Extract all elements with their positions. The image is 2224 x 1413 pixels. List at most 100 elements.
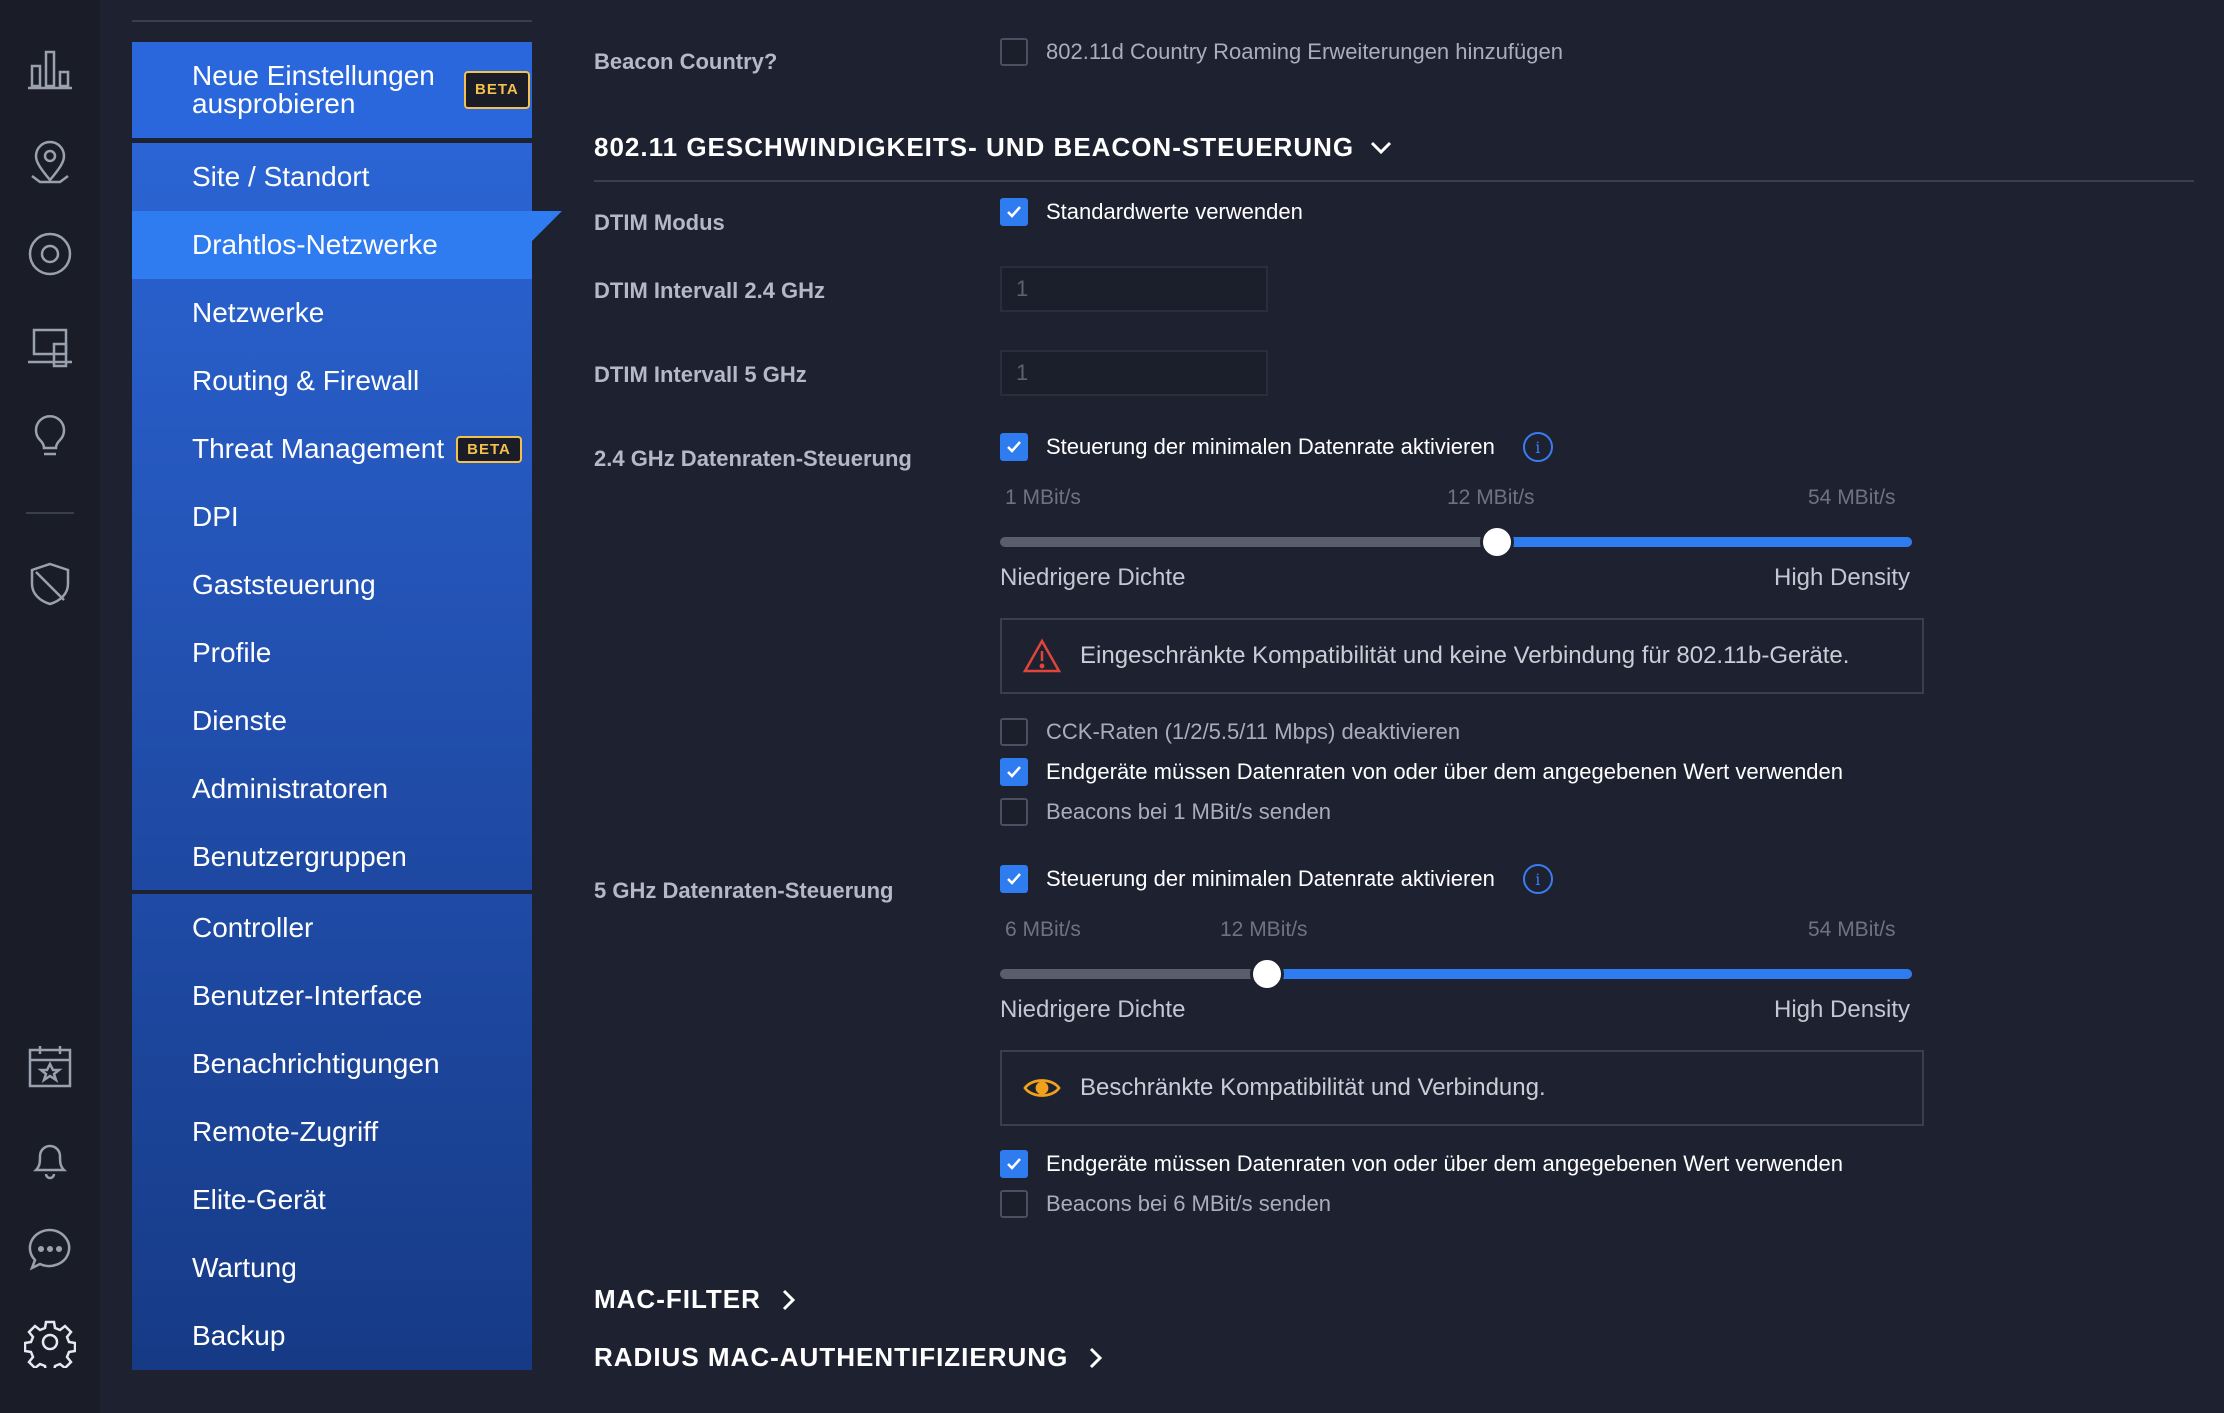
beacon-country-text: 802.11d Country Roaming Erweiterungen hi… xyxy=(1046,39,1563,64)
beacon-6-option[interactable]: Beacons bei 6 MBit/s senden xyxy=(1000,1190,1331,1218)
sidebar-item-threat-management[interactable]: Threat Management BETA xyxy=(132,415,532,483)
try-new-settings-item[interactable]: Neue Einstellungen ausprobieren BETA xyxy=(132,42,532,138)
gear-icon[interactable] xyxy=(22,1314,78,1370)
clients-rate-5-option[interactable]: Endgeräte müssen Datenraten von oder übe… xyxy=(1000,1150,1843,1178)
sidebar-item-site[interactable]: Site / Standort xyxy=(132,143,532,211)
sidebar-item-wireless-networks[interactable]: Drahtlos-Netzwerke xyxy=(132,211,562,279)
sidebar-item-networks[interactable]: Netzwerke xyxy=(132,279,532,347)
chat-icon[interactable] xyxy=(22,1222,78,1278)
beacon-country-checkbox[interactable] xyxy=(1000,38,1028,66)
bell-icon[interactable] xyxy=(22,1130,78,1186)
slider-handle[interactable] xyxy=(1250,957,1284,991)
rate-5-enable-text: Steuerung der minimalen Datenrate aktivi… xyxy=(1046,866,1495,891)
clients-icon[interactable] xyxy=(22,320,78,376)
beacon-country-label: Beacon Country? xyxy=(594,49,778,74)
section-radius-mac-title: RADIUS MAC-AUTHENTIFIZIERUNG xyxy=(594,1342,1069,1372)
sidebar-item-label: Benutzergruppen xyxy=(192,841,407,872)
nav-group-try-new: Neue Einstellungen ausprobieren BETA xyxy=(132,42,532,138)
rail-divider xyxy=(26,512,74,514)
sidebar-item-services[interactable]: Dienste xyxy=(132,687,532,755)
try-new-settings-label: Neue Einstellungen ausprobieren xyxy=(192,60,435,119)
dtim-5-label: DTIM Intervall 5 GHz xyxy=(594,362,807,387)
rate-5-label: 5 GHz Datenraten-Steuerung xyxy=(594,878,894,903)
sidebar-item-label: Netzwerke xyxy=(192,297,325,328)
beacon-6-checkbox[interactable] xyxy=(1000,1190,1028,1218)
sidebar-item-label: Benutzer-Interface xyxy=(192,980,423,1011)
statistics-icon[interactable] xyxy=(22,42,78,98)
beacon-country-option[interactable]: 802.11d Country Roaming Erweiterungen hi… xyxy=(1000,38,1563,66)
sidebar-item-notifications[interactable]: Benachrichtigungen xyxy=(132,1030,532,1098)
rate-24-enable-checkbox[interactable] xyxy=(1000,433,1028,461)
rate-24-enable-text: Steuerung der minimalen Datenrate aktivi… xyxy=(1046,434,1495,459)
sidebar-item-elite-device[interactable]: Elite-Gerät xyxy=(132,1166,532,1234)
sidebar-item-controller[interactable]: Controller xyxy=(132,894,532,962)
sidebar-item-dpi[interactable]: DPI xyxy=(132,483,532,551)
sidebar-item-routing-firewall[interactable]: Routing & Firewall xyxy=(132,347,532,415)
sidebar-item-label: Administratoren xyxy=(192,773,389,804)
dtim-24-input[interactable]: 1 xyxy=(1000,266,1268,312)
rate-24-slider[interactable] xyxy=(1000,523,1912,559)
sidebar-item-label: Threat Management xyxy=(192,433,445,464)
check-icon xyxy=(1007,1158,1021,1170)
slider-fill xyxy=(1267,969,1912,979)
clients-rate-24-option[interactable]: Endgeräte müssen Datenraten von oder übe… xyxy=(1000,758,1843,786)
sidebar-item-label: Controller xyxy=(192,912,314,943)
map-icon[interactable] xyxy=(22,134,78,190)
section-radius-mac-toggle[interactable]: RADIUS MAC-AUTHENTIFIZIERUNG xyxy=(594,1342,1108,1373)
beacon-1-option[interactable]: Beacons bei 1 MBit/s senden xyxy=(1000,798,1331,826)
density-low-label: Niedrigere Dichte xyxy=(1000,996,1186,1023)
sidebar-item-profiles[interactable]: Profile xyxy=(132,619,532,687)
calendar-star-icon[interactable] xyxy=(22,1038,78,1094)
section-mac-filter-title: MAC-FILTER xyxy=(594,1284,761,1314)
rate-5-enable-checkbox[interactable] xyxy=(1000,865,1028,893)
beta-badge: BETA xyxy=(464,71,530,109)
rate-5-enable-option[interactable]: Steuerung der minimalen Datenrate aktivi… xyxy=(1000,864,1553,894)
sidebar-item-label: Benachrichtigungen xyxy=(192,1048,440,1079)
nav-divider xyxy=(132,20,532,22)
sidebar-item-label: Drahtlos-Netzwerke xyxy=(192,229,438,260)
beacon-1-checkbox[interactable] xyxy=(1000,798,1028,826)
chevron-down-icon xyxy=(1371,141,1392,154)
rate-24-label: 2.4 GHz Datenraten-Steuerung xyxy=(594,446,912,471)
sidebar-item-remote-access[interactable]: Remote-Zugriff xyxy=(132,1098,532,1166)
info-icon[interactable]: i xyxy=(1522,432,1553,462)
section-divider xyxy=(594,180,2194,182)
clients-rate-24-checkbox[interactable] xyxy=(1000,758,1028,786)
devices-icon[interactable] xyxy=(22,226,78,282)
rate-5-slider[interactable] xyxy=(1000,955,1912,991)
rate-5-tick-mid: 12 MBit/s xyxy=(1220,918,1308,941)
dtim-defaults-option[interactable]: Standardwerte verwenden xyxy=(1000,198,1303,226)
sidebar-item-label: Site / Standort xyxy=(192,161,370,192)
icon-rail xyxy=(0,0,100,1413)
sidebar-item-maintenance[interactable]: Wartung xyxy=(132,1234,532,1302)
section-mac-filter-toggle[interactable]: MAC-FILTER xyxy=(594,1284,801,1315)
threat-shield-icon[interactable] xyxy=(22,556,78,612)
sidebar-item-label: Wartung xyxy=(192,1252,297,1283)
clients-rate-5-checkbox[interactable] xyxy=(1000,1150,1028,1178)
sidebar-item-admins[interactable]: Administratoren xyxy=(132,755,532,823)
rate-24-enable-option[interactable]: Steuerung der minimalen Datenrate aktivi… xyxy=(1000,432,1553,462)
sidebar-item-backup[interactable]: Backup xyxy=(132,1302,532,1370)
warning-triangle-icon xyxy=(1022,638,1062,673)
sidebar-item-label: Routing & Firewall xyxy=(192,365,420,396)
slider-fill xyxy=(1497,537,1912,547)
dtim-defaults-checkbox[interactable] xyxy=(1000,198,1028,226)
info-icon[interactable]: i xyxy=(1522,864,1553,894)
slider-handle[interactable] xyxy=(1480,525,1514,559)
sidebar-item-user-interface[interactable]: Benutzer-Interface xyxy=(132,962,532,1030)
clients-rate-5-text: Endgeräte müssen Datenraten von oder übe… xyxy=(1046,1151,1844,1176)
dtim-24-label: DTIM Intervall 2.4 GHz xyxy=(594,278,826,303)
cck-checkbox[interactable] xyxy=(1000,718,1028,746)
check-icon xyxy=(1007,206,1021,218)
check-icon xyxy=(1007,441,1021,453)
rate-5-tick-min: 6 MBit/s xyxy=(1005,918,1081,941)
sidebar-item-guest-control[interactable]: Gaststeuerung xyxy=(132,551,532,619)
beacon-1-text: Beacons bei 1 MBit/s senden xyxy=(1046,799,1331,824)
sidebar-item-user-groups[interactable]: Benutzergruppen xyxy=(132,823,532,891)
section-speed-beacon-toggle[interactable]: 802.11 GESCHWINDIGKEITS- UND BEACON-STEU… xyxy=(594,132,1394,163)
dtim-5-input[interactable]: 1 xyxy=(1000,350,1268,396)
cck-option[interactable]: CCK-Raten (1/2/5.5/11 Mbps) deaktivieren xyxy=(1000,718,1460,746)
sidebar-item-label: Profile xyxy=(192,637,272,668)
insights-icon[interactable] xyxy=(22,408,78,464)
density-low-label: Niedrigere Dichte xyxy=(1000,564,1186,591)
